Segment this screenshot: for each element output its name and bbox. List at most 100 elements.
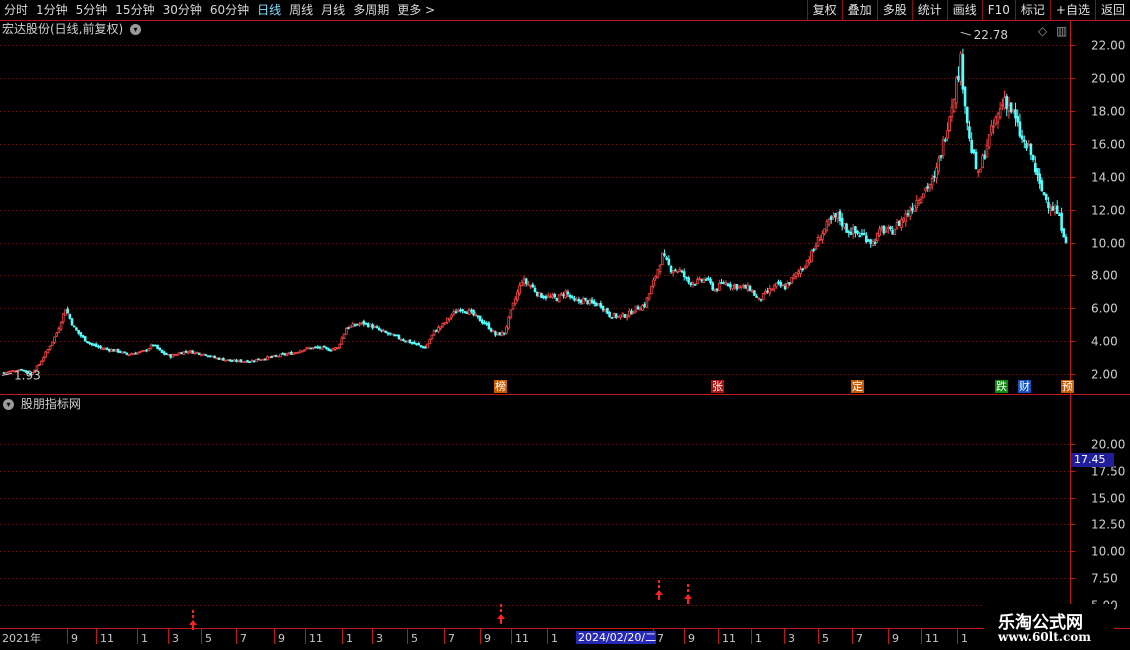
event-badge[interactable]: 财 [1018,380,1031,393]
candle-body [906,213,910,216]
candle-body [671,270,675,274]
candle-body [724,282,728,285]
candle-body [274,355,278,358]
candle-body [303,349,306,352]
candle-body [213,355,216,359]
chevron-down-icon[interactable]: ▾ [130,24,142,35]
candle-body [794,272,798,277]
candle-body [603,309,607,312]
candle-body [689,282,693,286]
candle-body [461,309,464,312]
main-pane-title: 宏达股份(日线,前复权) [2,22,124,36]
candle-body [384,330,388,334]
candle-body [61,313,65,323]
candle-body [358,323,361,326]
right-side-panel [1118,22,1130,628]
candle-body [270,356,273,358]
candle-body [847,231,851,233]
panel-layout-icon[interactable]: ▥ [1056,22,1067,40]
candle-body [351,323,355,328]
candle-body [235,359,238,362]
candle-body [419,345,423,347]
candle-body [524,278,528,284]
candle-body [149,344,153,349]
candle-body [1058,214,1061,217]
event-badge[interactable]: 跌 [995,380,1008,393]
candle-body [255,359,258,363]
candle-body [976,170,980,173]
candle-body [397,334,401,340]
candle-body [248,361,252,364]
candle-body [1007,105,1011,112]
candle-body [687,277,690,283]
candle-body [290,351,293,355]
candle-body [805,260,809,267]
candle-body [610,317,614,319]
watermark: 乐淘公式网 www.60lt.com [984,604,1114,648]
candle-body [456,309,460,313]
candle-body [410,342,414,344]
candle-body [362,320,366,325]
candle-body [529,285,532,287]
candle-body [816,236,820,247]
candle-body [825,221,829,231]
candle-body [720,281,723,284]
event-badge[interactable]: 预 [1061,380,1074,393]
candle-body [50,341,54,346]
candle-body [702,278,706,283]
candle-body [312,347,315,349]
candle-body [660,252,664,265]
candle-body [244,360,247,363]
xaxis-label-21: 5 [822,632,829,645]
candle-body [292,352,295,355]
candle-body [1029,143,1033,155]
candle-body [540,293,543,299]
candle-body [272,354,276,357]
candle-body [450,314,453,318]
event-badge[interactable]: 张 [711,380,724,393]
candle-body [430,334,434,340]
candle-body [700,279,704,282]
event-badge[interactable]: 定 [851,380,864,393]
candle-body [472,309,475,316]
candle-body [739,285,743,288]
candle-body [1023,139,1026,142]
candle-body [685,276,688,279]
chevron-down-icon[interactable]: ▾ [3,399,14,410]
candle-body [388,332,392,335]
xaxis-label-8: 11 [309,632,323,645]
candle-body [57,328,61,334]
candle-body [533,288,537,293]
xaxis-label-5: 5 [205,632,212,645]
main-ytick-label: 6.00 [1091,302,1118,316]
candle-body [380,329,383,332]
candle-body [680,270,684,273]
candle-body [202,353,205,356]
candle-body [647,293,651,300]
candle-body [230,360,234,362]
candle-body [171,354,175,358]
candle-body [470,309,473,312]
sub-pane-title-row: ▾ 股朋指标网 [0,395,81,413]
candle-body [250,359,254,363]
candle-body [643,303,647,308]
candle-body [992,125,995,128]
buy-signal-arrow [684,584,692,604]
candle-body [478,315,482,322]
candle-body [531,284,535,288]
event-badge[interactable]: 榜 [494,380,507,393]
candle-body [856,230,859,234]
candle-body [99,345,102,349]
main-ytick-label: 4.00 [1091,335,1118,349]
candle-body [1042,192,1046,196]
diamond-icon[interactable]: ◇ [1038,22,1047,40]
candle-body [628,310,631,317]
candle-body [187,351,190,354]
cursor-date-box: 2024/02/20/二 [576,631,656,644]
candle-body [849,231,853,235]
current-value-box: 17.45 [1071,453,1114,467]
candle-body [818,239,822,241]
candle-body [448,317,451,320]
candle-body [535,291,539,296]
candle-body [140,350,144,352]
